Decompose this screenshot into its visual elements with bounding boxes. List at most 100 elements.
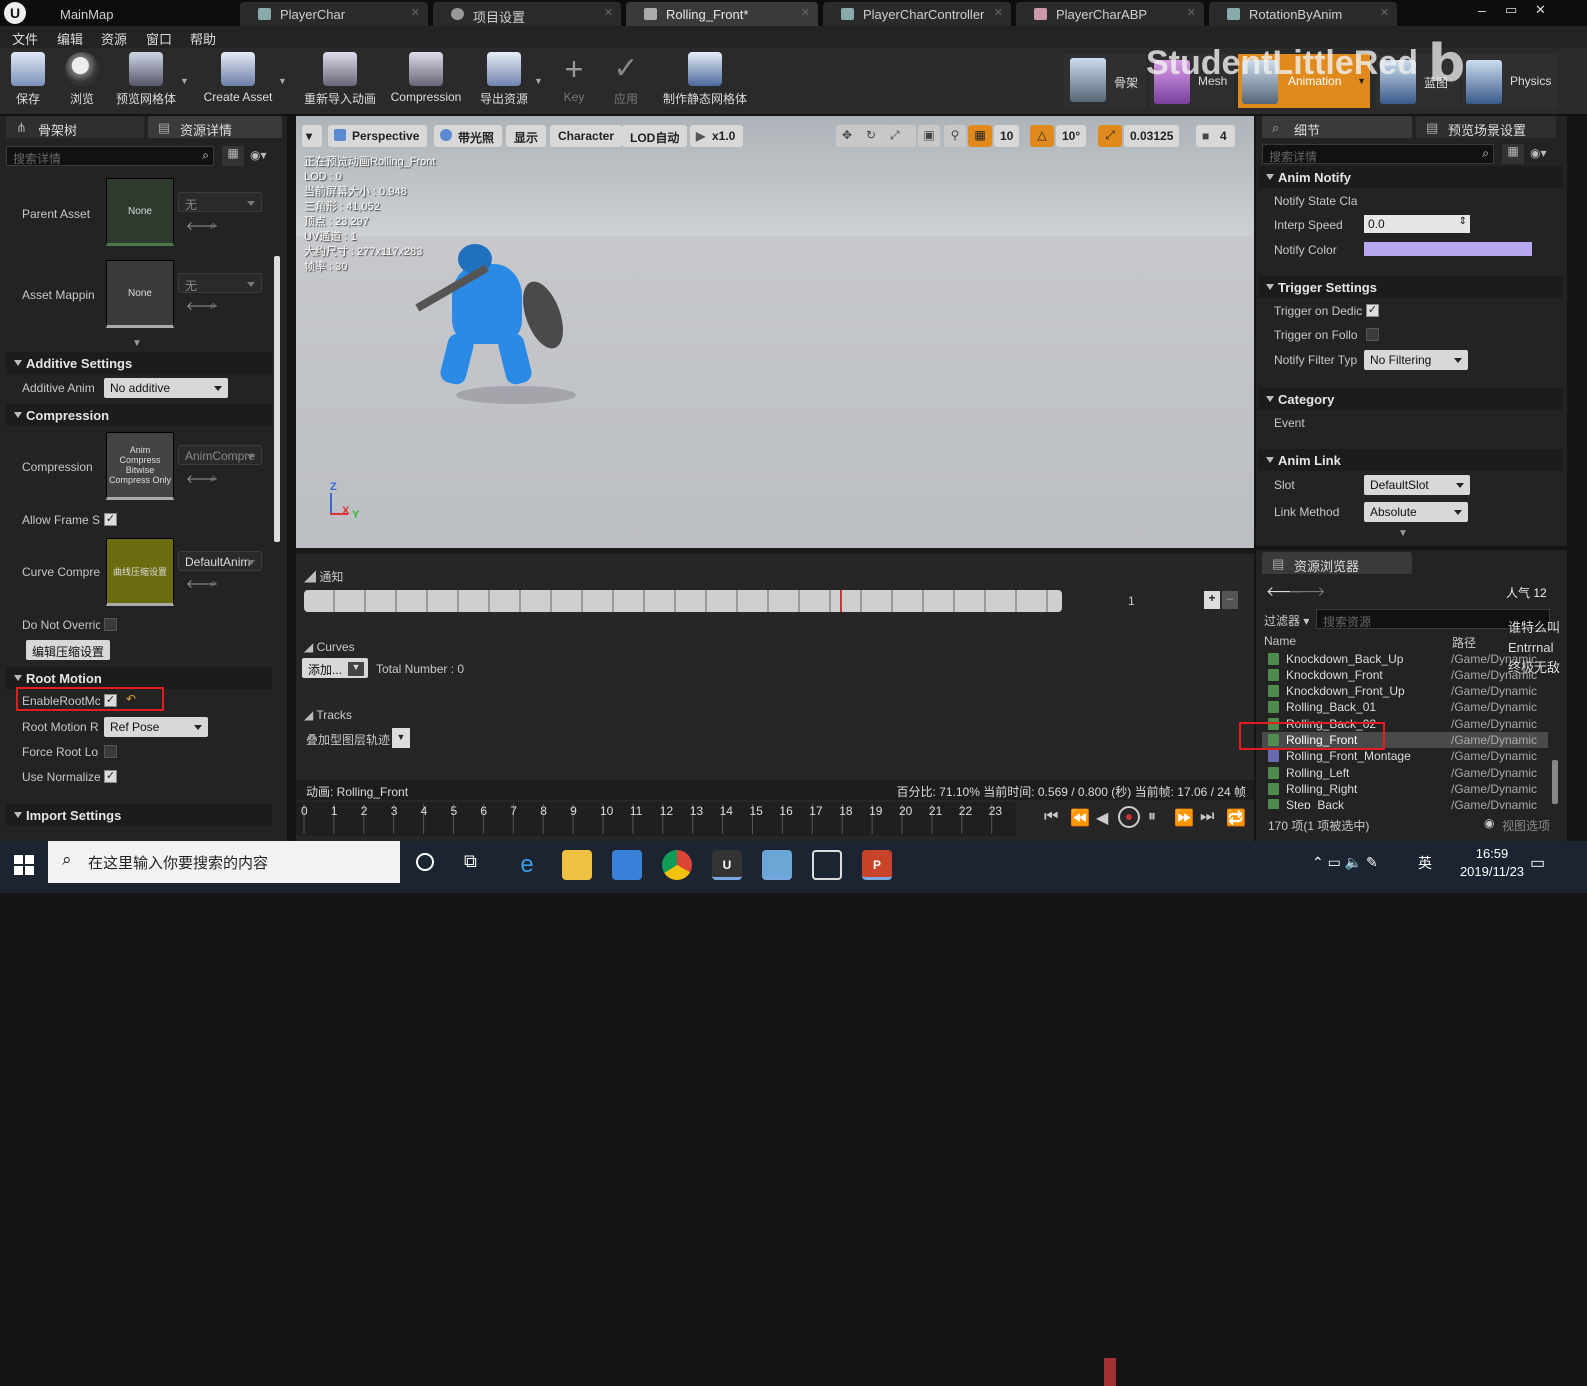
viewport-options-button[interactable]: ▾ — [302, 125, 322, 147]
compression-header[interactable]: Compression — [6, 404, 272, 426]
scrollbar[interactable] — [274, 256, 280, 542]
notify-track[interactable] — [304, 590, 1062, 612]
details-search-input[interactable]: 搜索详情 ⌕ — [1262, 144, 1494, 164]
taskbar-search-input[interactable]: ⌕ 在这里输入你要搜索的内容 — [48, 841, 400, 883]
slot-select[interactable]: DefaultSlot — [1364, 475, 1470, 495]
asset-mapping-thumbnail[interactable]: None — [106, 260, 174, 328]
parent-asset-combo[interactable]: 无 — [178, 192, 262, 212]
eye-icon[interactable]: ◉▾ — [1530, 146, 1547, 160]
anim-notify-header[interactable]: Anim Notify — [1258, 166, 1563, 188]
notify-color-swatch[interactable] — [1364, 242, 1532, 256]
skip-to-start-icon[interactable]: ⏮ — [1044, 808, 1058, 826]
column-header-name[interactable]: Name — [1264, 634, 1296, 648]
notify-filter-type-select[interactable]: No Filtering — [1364, 350, 1468, 370]
list-item[interactable]: Knockdown_Front/Game/Dynamic — [1266, 667, 1548, 683]
rotation-snap-toggle[interactable]: △ — [1030, 125, 1054, 147]
loop-icon[interactable]: 🔁 — [1226, 808, 1246, 828]
parent-asset-thumbnail[interactable]: None — [106, 178, 174, 246]
browse-asset-icon[interactable]: ⌕ — [210, 576, 217, 591]
list-item[interactable]: Rolling_Front_Montage/Game/Dynamic — [1266, 748, 1548, 764]
browse-asset-icon[interactable]: ⌕ — [210, 218, 217, 233]
minimize-button[interactable]: – — [1478, 2, 1498, 20]
world-local-icon[interactable]: ▣ — [918, 125, 940, 147]
list-item[interactable]: Step_Back/Game/Dynamic — [1266, 797, 1548, 809]
trigger-on-follower-checkbox[interactable] — [1366, 328, 1379, 341]
mode-physics-button[interactable]: Physics — [1462, 54, 1558, 108]
list-item[interactable]: Rolling_Back_01/Game/Dynamic — [1266, 699, 1548, 715]
tab-playercharcontroller[interactable]: PlayerCharController ✕ — [823, 2, 1011, 26]
notification-icon[interactable]: ▭ — [1530, 853, 1545, 873]
eye-icon[interactable]: ◉▾ — [250, 148, 267, 162]
import-settings-header[interactable]: Import Settings — [6, 804, 272, 826]
viewport[interactable] — [296, 116, 1254, 548]
close-icon[interactable]: ✕ — [994, 6, 1003, 19]
force-root-lock-checkbox[interactable] — [104, 745, 117, 758]
cortana-icon[interactable] — [416, 853, 434, 871]
menu-window[interactable]: 窗口 — [146, 29, 172, 48]
link-method-select[interactable]: Absolute — [1364, 502, 1468, 522]
menu-file[interactable]: 文件 — [12, 29, 38, 48]
dropdown-arrow-icon[interactable]: ▼ — [180, 76, 189, 86]
chevron-down-icon[interactable]: ▼ — [348, 662, 364, 676]
perspective-button[interactable]: Perspective — [328, 125, 428, 147]
dropdown-arrow-icon[interactable]: ▼ — [534, 76, 543, 86]
compression-button[interactable]: Compression — [386, 52, 466, 112]
grid-snap-value[interactable]: 10 — [994, 125, 1020, 147]
trigger-settings-header[interactable]: Trigger Settings — [1258, 276, 1563, 298]
tab-details[interactable]: ⌕ 细节 — [1262, 116, 1412, 138]
root-motion-root-lock-select[interactable]: Ref Pose — [104, 717, 208, 737]
additive-anim-type-select[interactable]: No additive — [104, 378, 228, 398]
menu-help[interactable]: 帮助 — [190, 29, 216, 48]
expand-arrow-icon[interactable]: ▼ — [1398, 528, 1408, 539]
scrub-playhead[interactable] — [1104, 1358, 1117, 1386]
filter-button[interactable]: 过滤器 ▾ — [1264, 612, 1309, 629]
mode-skeleton-button[interactable]: 骨架 — [1064, 54, 1146, 108]
make-static-mesh-button[interactable]: 制作静态网格体 — [658, 52, 752, 112]
save-button[interactable]: 保存 — [6, 52, 50, 112]
windows-start-icon[interactable] — [14, 855, 34, 875]
spin-arrows-icon[interactable]: ⇕ — [1459, 216, 1467, 227]
show-button[interactable]: 显示 — [506, 125, 547, 147]
trigger-on-dedicated-checkbox[interactable]: ✓ — [1366, 304, 1379, 317]
tab-rotationbyanim[interactable]: RotationByAnim ✕ — [1209, 2, 1397, 26]
surface-snap-icon[interactable]: ⚲ — [944, 125, 966, 147]
task-view-icon[interactable]: ⧉ — [464, 851, 477, 872]
export-asset-button[interactable]: 导出资源 — [474, 52, 534, 112]
create-asset-button[interactable]: Create Asset — [198, 52, 278, 112]
record-icon[interactable]: ● — [1118, 806, 1140, 828]
interp-speed-input[interactable]: 0.0 ⇕ — [1364, 215, 1470, 233]
curve-compression-combo[interactable]: DefaultAnim — [178, 551, 262, 571]
remove-track-button[interactable]: – — [1222, 591, 1238, 609]
curves-header[interactable]: ◢ Curves — [304, 640, 355, 654]
step-forward-icon[interactable]: ⏩ — [1174, 808, 1194, 828]
translate-icon[interactable]: ✥ — [842, 128, 852, 142]
playback-speed-button[interactable]: ▶ x1.0 — [690, 125, 744, 147]
edge-icon[interactable]: e — [512, 850, 542, 880]
key-button[interactable]: + Key — [552, 52, 596, 112]
list-item[interactable]: Knockdown_Back_Up/Game/Dynamic — [1266, 651, 1548, 667]
tab-asset-details[interactable]: ▤ 资源详情 — [148, 116, 282, 138]
list-item[interactable]: Rolling_Left/Game/Dynamic — [1266, 765, 1548, 781]
store-icon[interactable] — [612, 850, 642, 880]
tab-mainmap[interactable]: MainMap — [40, 2, 230, 26]
file-explorer-icon[interactable] — [562, 850, 592, 880]
unreal-engine-icon[interactable]: U — [712, 850, 742, 880]
root-motion-header[interactable]: Root Motion — [6, 667, 272, 689]
preview-mesh-button[interactable]: 预览网格体 — [114, 52, 178, 112]
notepad-icon[interactable] — [812, 850, 842, 880]
view-options-icon[interactable]: ▦ — [222, 146, 244, 166]
curve-compression-thumbnail[interactable]: 曲线压缩设置 — [106, 538, 174, 606]
do-not-override-checkbox[interactable] — [104, 618, 117, 631]
view-options-button[interactable]: 视图选项 — [1502, 817, 1550, 834]
chevron-down-icon[interactable]: ▼ — [392, 728, 410, 748]
reimport-animation-button[interactable]: 重新导入动画 — [300, 52, 380, 112]
close-icon[interactable]: ✕ — [801, 6, 810, 19]
browse-asset-icon[interactable]: ⌕ — [210, 471, 217, 486]
asset-mapping-combo[interactable]: 无 — [178, 273, 262, 293]
anim-link-header[interactable]: Anim Link — [1258, 449, 1563, 471]
unreal-logo-icon[interactable]: U — [4, 2, 26, 24]
maximize-button[interactable]: ▭ — [1505, 2, 1525, 20]
list-item[interactable]: Rolling_Right/Game/Dynamic — [1266, 781, 1548, 797]
tray-icons[interactable]: ⌃ ▭ 🔈 ✎ — [1312, 854, 1378, 871]
additive-settings-header[interactable]: Additive Settings — [6, 352, 272, 374]
